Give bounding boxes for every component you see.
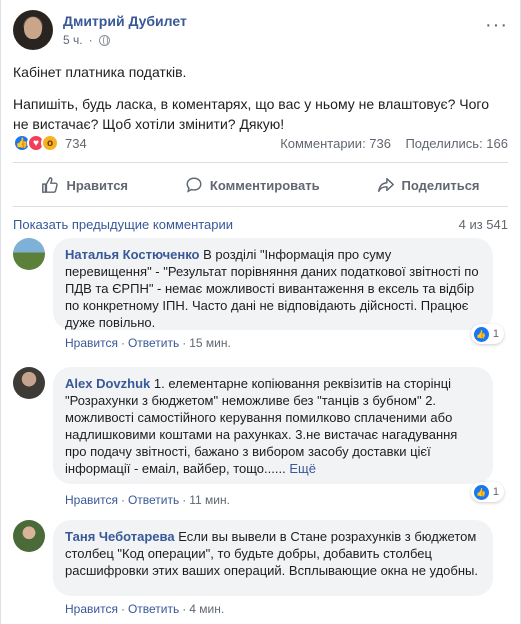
comment-like-count: 1: [492, 486, 499, 498]
comment-like-link[interactable]: Нравится: [65, 493, 118, 507]
commenter-avatar[interactable]: [13, 520, 45, 552]
author-avatar[interactable]: [13, 10, 53, 50]
comment-time[interactable]: 4 мин.: [189, 602, 224, 616]
post-stats: 👍 ♥ o 734 Комментарии: 736 Поделились: 1…: [13, 134, 508, 156]
commenter-name[interactable]: Наталья Костюченко: [65, 247, 199, 262]
divider: [13, 206, 508, 207]
commenter-name[interactable]: Alex Dovzhuk: [65, 376, 150, 391]
post-card: Дмитрий Дубилет 5 ч. · ··· Кабінет платн…: [0, 0, 521, 624]
comment-reactions[interactable]: 👍 1: [470, 482, 504, 502]
shares-count[interactable]: Поделились: 166: [405, 136, 508, 151]
comment-time[interactable]: 11 мин.: [189, 493, 230, 507]
post-actions: Нравится Комментировать Поделиться: [13, 171, 508, 199]
comment-bubble: Наталья Костюченко В розділі "Інформація…: [53, 238, 493, 330]
post-meta: 5 ч. ·: [63, 33, 110, 47]
post-text-line-2: Напишіть, будь ласка, в коментарях, що в…: [13, 96, 490, 132]
commenter-name[interactable]: Таня Чеботарева: [65, 529, 175, 544]
comment-reactions[interactable]: 👍 1: [470, 324, 504, 344]
comment-like-count: 1: [492, 328, 499, 340]
comments-shares-counts: Комментарии: 736 Поделились: 166: [280, 136, 508, 151]
wow-reaction-icon: o: [41, 134, 59, 152]
comment-text: 1. елементарне копіювання реквізитів на …: [65, 376, 458, 476]
commenter-avatar[interactable]: [13, 367, 45, 399]
comment-reply-link[interactable]: Ответить: [128, 336, 179, 350]
comments-count[interactable]: Комментарии: 736: [280, 136, 391, 151]
comment-button[interactable]: Комментировать: [185, 176, 320, 194]
commenter-avatar[interactable]: [13, 238, 45, 270]
comment-time[interactable]: 15 мин.: [189, 336, 231, 350]
like-button[interactable]: Нравится: [41, 176, 128, 194]
see-more-link[interactable]: Ещё: [289, 461, 316, 476]
like-reaction-icon: 👍: [473, 484, 489, 500]
comment-actions: Нравится · Ответить · 15 мин.: [65, 336, 231, 350]
comment-reply-link[interactable]: Ответить: [128, 493, 179, 507]
reactions-summary[interactable]: 👍 ♥ o 734: [13, 134, 87, 152]
globe-icon: [98, 34, 110, 46]
comment-actions: Нравится · Ответить · 4 мин.: [65, 602, 225, 616]
share-label: Поделиться: [401, 177, 480, 193]
share-button[interactable]: Поделиться: [377, 176, 480, 194]
like-reaction-icon: 👍: [473, 326, 489, 342]
post-time[interactable]: 5 ч.: [63, 33, 83, 47]
author-name[interactable]: Дмитрий Дубилет: [63, 13, 187, 29]
comment-like-link[interactable]: Нравится: [65, 602, 118, 616]
like-label: Нравится: [66, 177, 129, 193]
comment-bubble: Alex Dovzhuk 1. елементарне копіювання р…: [53, 367, 493, 484]
comments-header: Показать предыдущие комментарии 4 из 541: [13, 217, 508, 232]
show-previous-comments-link[interactable]: Показать предыдущие комментарии: [13, 217, 233, 232]
comment-icon: [186, 177, 202, 193]
post-text-line-1: Кабінет платника податків.: [13, 64, 187, 80]
comments-shown-count: 4 из 541: [458, 217, 508, 232]
divider: [13, 162, 508, 163]
share-icon: [377, 177, 394, 193]
comment-actions: Нравится · Ответить · 11 мин.: [65, 493, 230, 507]
comment-label: Комментировать: [209, 177, 320, 193]
thumbs-up-icon: [42, 177, 59, 193]
more-options-icon[interactable]: ···: [485, 14, 508, 37]
comment-like-link[interactable]: Нравится: [65, 336, 118, 350]
comment-reply-link[interactable]: Ответить: [128, 602, 179, 616]
post-header: Дмитрий Дубилет 5 ч. · ···: [13, 10, 508, 54]
comment-bubble: Таня Чеботарева Если вы вывели в Стане р…: [53, 520, 493, 596]
reactions-count: 734: [65, 135, 87, 151]
